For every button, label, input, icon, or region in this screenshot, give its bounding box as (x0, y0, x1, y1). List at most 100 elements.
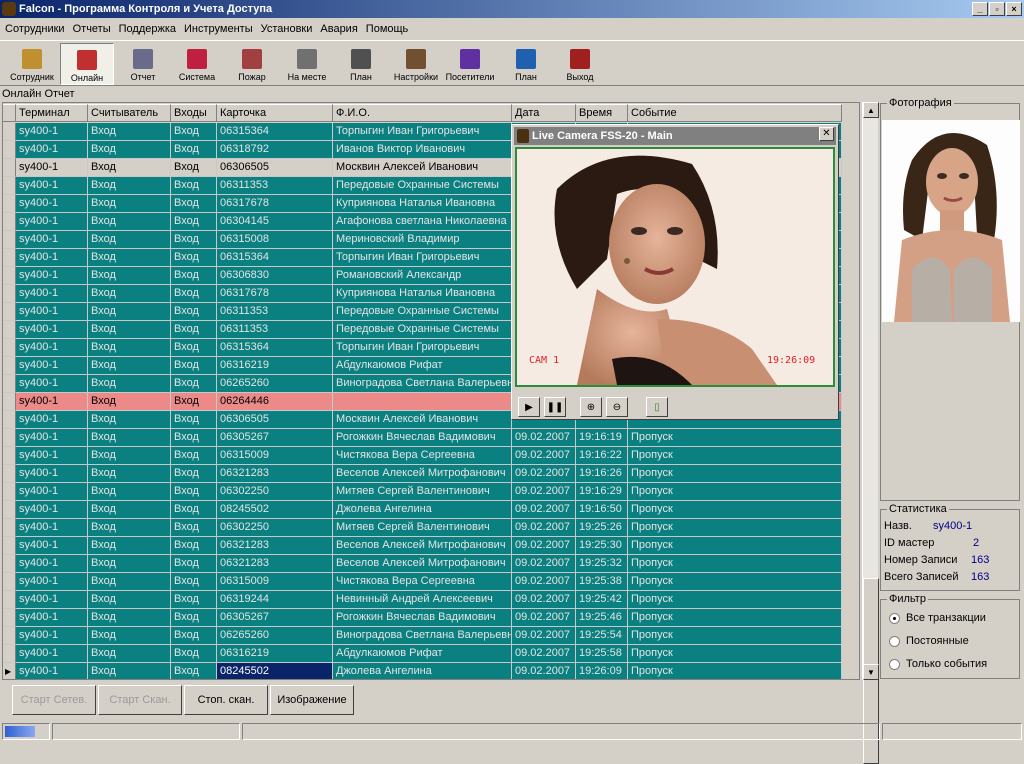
column-header[interactable]: Время (576, 104, 628, 122)
cell-input[interactable]: Вход (171, 537, 217, 555)
cell-name[interactable]: Москвин Алексей Иванович (333, 411, 512, 429)
cell-card[interactable]: 06302250 (217, 483, 333, 501)
cell-card[interactable]: 06315364 (217, 339, 333, 357)
scroll-up-button[interactable]: ▲ (863, 102, 879, 118)
row-indicator[interactable] (3, 555, 16, 573)
cell-term[interactable]: sy400-1 (16, 663, 88, 679)
cell-term[interactable]: sy400-1 (16, 339, 88, 357)
cell-input[interactable]: Вход (171, 249, 217, 267)
cell-card[interactable]: 06315008 (217, 231, 333, 249)
cell-input[interactable]: Вход (171, 321, 217, 339)
cell-input[interactable]: Вход (171, 627, 217, 645)
zoom-out-icon[interactable]: ⊖ (606, 397, 628, 417)
cell-card[interactable]: 06315364 (217, 123, 333, 141)
filter-option[interactable]: Постоянные (889, 635, 969, 647)
cell-event[interactable]: Пропуск (628, 591, 842, 609)
cell-card[interactable]: 08245502 (217, 501, 333, 519)
row-indicator[interactable] (3, 411, 16, 429)
cell-reader[interactable]: Вход (88, 537, 171, 555)
action-button-3[interactable]: Изображение (270, 685, 354, 715)
action-button-0[interactable]: Старт Сетев. (12, 685, 96, 715)
cell-input[interactable]: Вход (171, 195, 217, 213)
cell-reader[interactable]: Вход (88, 213, 171, 231)
cell-date[interactable]: 09.02.2007 (512, 573, 576, 591)
cell-input[interactable]: Вход (171, 645, 217, 663)
cell-card[interactable]: 06306505 (217, 159, 333, 177)
cell-term[interactable]: sy400-1 (16, 537, 88, 555)
cell-card[interactable]: 06305267 (217, 609, 333, 627)
radio-icon[interactable] (889, 612, 900, 624)
cell-input[interactable]: Вход (171, 267, 217, 285)
cell-name[interactable]: Виноградова Светлана Валерьевна (333, 627, 512, 645)
cell-reader[interactable]: Вход (88, 339, 171, 357)
cell-term[interactable]: sy400-1 (16, 321, 88, 339)
cell-term[interactable]: sy400-1 (16, 231, 88, 249)
cell-name[interactable]: Торпыгин Иван Григорьевич (333, 123, 512, 141)
cell-reader[interactable]: Вход (88, 483, 171, 501)
cell-input[interactable]: Вход (171, 213, 217, 231)
cell-event[interactable]: Пропуск (628, 465, 842, 483)
table-row[interactable]: sy400-1 Вход Вход 06315009 Чистякова Вера Се… (3, 573, 859, 591)
grid-scrollbar[interactable]: ▲ ▼ (862, 102, 879, 764)
cell-name[interactable]: Чистякова Вера Сергеевна (333, 447, 512, 465)
cell-card[interactable]: 06321283 (217, 537, 333, 555)
cell-event[interactable]: Пропуск (628, 645, 842, 663)
cell-time[interactable]: 19:16:19 (576, 429, 628, 447)
cell-reader[interactable]: Вход (88, 411, 171, 429)
cell-card[interactable]: 06317678 (217, 285, 333, 303)
cell-card[interactable]: 06311353 (217, 177, 333, 195)
cell-term[interactable]: sy400-1 (16, 213, 88, 231)
table-row[interactable]: sy400-1 Вход Вход 06321283 Веселов Алексей М… (3, 465, 859, 483)
record-button[interactable]: ▯ (646, 397, 668, 417)
cell-input[interactable]: Вход (171, 573, 217, 591)
cell-term[interactable]: sy400-1 (16, 357, 88, 375)
row-indicator[interactable] (3, 537, 16, 555)
row-indicator[interactable] (3, 393, 16, 411)
cell-reader[interactable]: Вход (88, 357, 171, 375)
cell-time[interactable]: 19:25:42 (576, 591, 628, 609)
radio-icon[interactable] (889, 658, 900, 670)
cell-input[interactable]: Вход (171, 159, 217, 177)
cell-card[interactable]: 06316219 (217, 357, 333, 375)
cell-input[interactable]: Вход (171, 663, 217, 679)
cell-term[interactable]: sy400-1 (16, 501, 88, 519)
cell-event[interactable]: Пропуск (628, 627, 842, 645)
table-row[interactable]: sy400-1 Вход Вход 06302250 Митяев Сергей Вал… (3, 519, 859, 537)
cell-card[interactable]: 06321283 (217, 465, 333, 483)
menu-item-2[interactable]: Поддержка (116, 23, 179, 35)
cell-date[interactable]: 09.02.2007 (512, 501, 576, 519)
cell-card[interactable]: 06315364 (217, 249, 333, 267)
toolbar-button-1[interactable]: Онлайн (60, 43, 114, 85)
cell-term[interactable]: sy400-1 (16, 375, 88, 393)
toolbar-button-10[interactable]: Выход (553, 43, 607, 85)
maximize-button[interactable]: ▫ (989, 2, 1005, 16)
table-row[interactable]: sy400-1 Вход Вход 06321283 Веселов Алексей М… (3, 555, 859, 573)
cell-reader[interactable]: Вход (88, 285, 171, 303)
cell-time[interactable]: 19:25:32 (576, 555, 628, 573)
cell-name[interactable]: Агафонова светлана Николаевна (333, 213, 512, 231)
cell-term[interactable]: sy400-1 (16, 447, 88, 465)
cell-date[interactable]: 09.02.2007 (512, 663, 576, 679)
scroll-down-button[interactable]: ▼ (863, 664, 879, 680)
cell-name[interactable]: Абдулкаюмов Рифат (333, 357, 512, 375)
cell-card[interactable]: 06311353 (217, 303, 333, 321)
cell-name[interactable]: Чистякова Вера Сергеевна (333, 573, 512, 591)
cell-input[interactable]: Вход (171, 609, 217, 627)
cell-term[interactable]: sy400-1 (16, 267, 88, 285)
row-indicator[interactable] (3, 501, 16, 519)
cell-time[interactable]: 19:16:22 (576, 447, 628, 465)
table-row[interactable]: sy400-1 Вход Вход 06302250 Митяев Сергей Вал… (3, 483, 859, 501)
cell-reader[interactable]: Вход (88, 195, 171, 213)
row-indicator[interactable] (3, 357, 16, 375)
cell-date[interactable]: 09.02.2007 (512, 627, 576, 645)
table-row[interactable]: sy400-1 Вход Вход 06316219 Абдулкаюмов Рифат… (3, 645, 859, 663)
cell-name[interactable] (333, 393, 512, 411)
cell-term[interactable]: sy400-1 (16, 645, 88, 663)
cell-name[interactable]: Веселов Алексей Митрофанович (333, 465, 512, 483)
cell-date[interactable]: 09.02.2007 (512, 447, 576, 465)
cell-card[interactable]: 06305267 (217, 429, 333, 447)
cell-input[interactable]: Вход (171, 339, 217, 357)
cell-term[interactable]: sy400-1 (16, 519, 88, 537)
cell-date[interactable]: 09.02.2007 (512, 519, 576, 537)
cell-card[interactable]: 06319244 (217, 591, 333, 609)
